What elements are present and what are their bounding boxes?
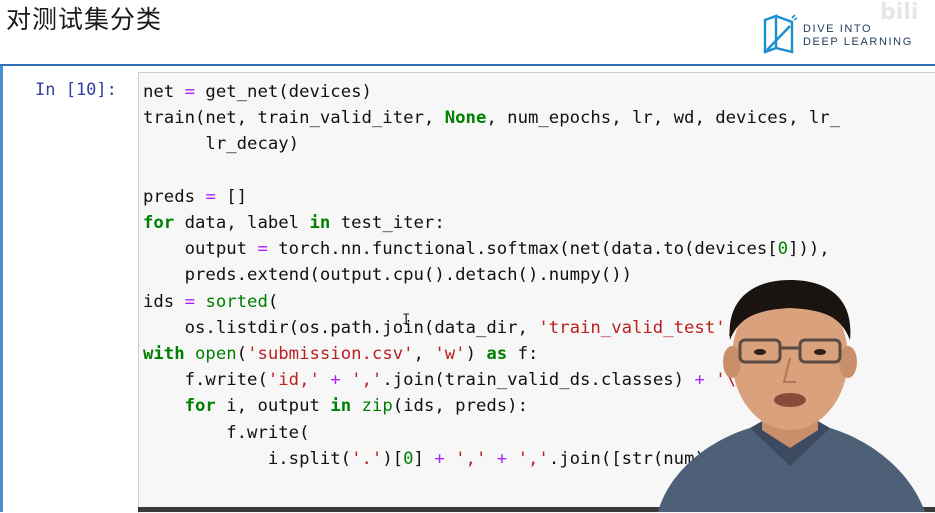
code-token: preds bbox=[143, 186, 206, 207]
code-token: zip bbox=[361, 396, 393, 417]
book-logo-icon bbox=[763, 14, 798, 54]
presenter-illustration bbox=[658, 280, 925, 512]
code-token: + bbox=[434, 448, 445, 469]
code-token: = bbox=[184, 82, 196, 102]
code-token: get_net(devices) bbox=[195, 82, 372, 102]
text-cursor-icon: I bbox=[402, 312, 411, 328]
code-token: ids bbox=[143, 291, 185, 312]
cell-prompt: In [10]: bbox=[35, 80, 117, 100]
code-token: [] bbox=[215, 186, 248, 207]
code-token: ',' bbox=[517, 448, 549, 469]
d2l-logo: DIVE INTO DEEP LEARNING bbox=[762, 14, 922, 54]
code-line: preds = [] bbox=[143, 184, 840, 210]
presenter-video bbox=[640, 270, 935, 512]
code-token: , num_epochs, lr, wd, devices, lr_ bbox=[486, 108, 841, 129]
code-token: f.write( bbox=[143, 370, 268, 391]
code-token: net bbox=[143, 82, 185, 102]
code-line: net = get_net(devices) bbox=[143, 79, 840, 105]
slide-title: 对测试集分类 bbox=[6, 5, 163, 34]
code-token: torch.nn.functional.softmax(net(data.to(… bbox=[267, 239, 778, 260]
logo-line-2: DEEP LEARNING bbox=[803, 36, 913, 48]
code-token: in bbox=[309, 213, 331, 234]
code-token: = bbox=[257, 239, 268, 260]
code-token: preds.extend(output.cpu().detach().numpy… bbox=[143, 265, 632, 286]
code-token: output bbox=[143, 239, 258, 260]
code-token: )[ bbox=[382, 448, 404, 469]
cell-selection-rail bbox=[0, 66, 3, 512]
code-token: = bbox=[205, 186, 216, 207]
code-token: f.write( bbox=[143, 422, 310, 443]
code-token: 0 bbox=[777, 239, 789, 260]
code-token: + bbox=[330, 370, 341, 391]
code-token: , bbox=[413, 344, 435, 365]
code-token: ',' bbox=[455, 448, 487, 469]
code-token: i, output bbox=[215, 396, 331, 417]
code-token: with bbox=[143, 344, 185, 365]
code-token: ) bbox=[465, 344, 487, 365]
code-token: ',' bbox=[351, 370, 383, 391]
logo-line-1: DIVE INTO bbox=[803, 23, 873, 35]
code-token: (ids, preds): bbox=[392, 396, 528, 417]
code-token: ])), bbox=[788, 239, 830, 260]
code-token: None bbox=[444, 108, 487, 129]
code-token: in bbox=[330, 396, 352, 417]
code-token: for bbox=[184, 396, 216, 417]
code-token: 0 bbox=[403, 448, 414, 469]
code-token: ( bbox=[267, 291, 279, 312]
code-line: lr_decay) bbox=[143, 131, 840, 157]
code-token: f: bbox=[507, 344, 539, 365]
code-token: = bbox=[184, 291, 196, 312]
code-token: + bbox=[496, 448, 508, 469]
code-token: lr_decay) bbox=[143, 134, 300, 155]
code-token: i.split( bbox=[143, 448, 352, 469]
code-token: for bbox=[143, 213, 175, 234]
code-token: open bbox=[195, 344, 237, 365]
code-line: output = torch.nn.functional.softmax(net… bbox=[143, 236, 840, 262]
code-line: for data, label in test_iter: bbox=[143, 210, 840, 236]
code-token: ( bbox=[236, 344, 248, 365]
code-token: 'id,' bbox=[267, 370, 320, 391]
code-token: train(net, train_valid_iter, bbox=[143, 108, 445, 129]
code-token: 'submission.csv' bbox=[247, 344, 414, 365]
code-line: train(net, train_valid_iter, None, num_e… bbox=[143, 105, 840, 131]
code-token: ] bbox=[413, 448, 435, 469]
code-token: '.' bbox=[351, 448, 383, 469]
code-token: 'w' bbox=[434, 344, 466, 365]
code-token: as bbox=[486, 344, 508, 365]
code-token: test_iter: bbox=[330, 213, 445, 234]
code-token: data, label bbox=[174, 213, 310, 234]
header-divider bbox=[0, 64, 935, 66]
code-token: sorted bbox=[205, 291, 268, 312]
code-token: os.listdir(os.path.join(data_dir, bbox=[143, 317, 539, 338]
